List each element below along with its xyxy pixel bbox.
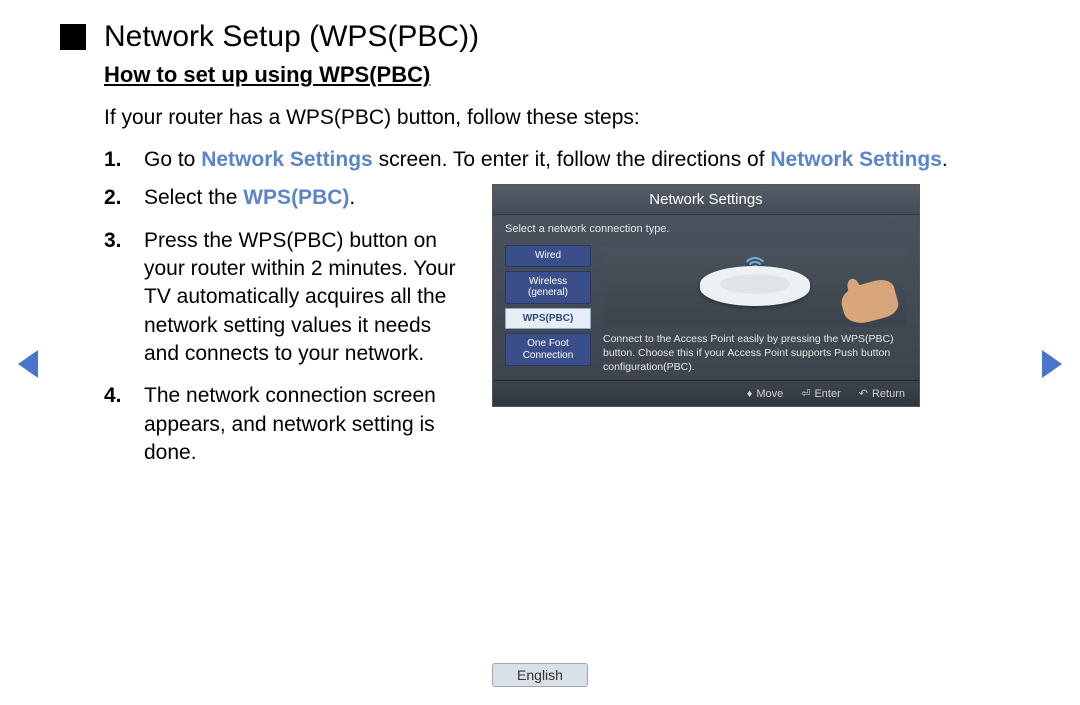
hand-icon [838, 277, 901, 328]
page-title: Network Setup (WPS(PBC)) [104, 20, 479, 54]
step-text: Select the WPS(PBC). [144, 184, 464, 212]
tv-option-list: Wired Wireless (general) WPS(PBC) One Fo… [505, 245, 591, 374]
title-bullet-icon [60, 24, 86, 50]
page-subtitle: How to set up using WPS(PBC) [104, 62, 990, 88]
tv-footer-return: ↶ Return [859, 387, 905, 400]
tv-option-wps-pbc[interactable]: WPS(PBC) [505, 308, 591, 330]
step-text: Press the WPS(PBC) button on your router… [144, 227, 464, 369]
updown-icon: ♦ [747, 388, 753, 400]
step-4: 4. The network connection screen appears… [104, 382, 464, 467]
step-text: Go to Network Settings screen. To enter … [144, 146, 990, 174]
enter-icon: ⏎ [801, 387, 810, 400]
intro-text: If your router has a WPS(PBC) button, fo… [104, 106, 990, 130]
step-number: 1. [104, 146, 144, 174]
tv-screenshot-panel: Network Settings Select a network connec… [492, 184, 920, 407]
router-illustration [603, 245, 907, 327]
step-number: 4. [104, 382, 144, 467]
tv-prompt: Select a network connection type. [505, 223, 907, 235]
step-number: 2. [104, 184, 144, 212]
tv-footer: ♦ Move ⏎ Enter ↶ Return [493, 380, 919, 406]
step-2: 2. Select the WPS(PBC). [104, 184, 464, 212]
next-page-button[interactable] [1042, 350, 1062, 378]
language-badge[interactable]: English [492, 663, 588, 687]
highlight-network-settings: Network Settings [201, 148, 373, 171]
return-icon: ↶ [859, 387, 868, 400]
step-number: 3. [104, 227, 144, 369]
page-title-row: Network Setup (WPS(PBC)) [60, 20, 990, 54]
step-text: The network connection screen appears, a… [144, 382, 464, 467]
highlight-network-settings-2: Network Settings [770, 148, 942, 171]
tv-option-wired[interactable]: Wired [505, 245, 591, 267]
tv-option-wireless[interactable]: Wireless (general) [505, 271, 591, 304]
tv-option-one-foot[interactable]: One Foot Connection [505, 333, 591, 366]
prev-page-button[interactable] [18, 350, 38, 378]
tv-footer-enter: ⏎ Enter [801, 387, 841, 400]
tv-title: Network Settings [493, 185, 919, 215]
step-1: 1. Go to Network Settings screen. To ent… [104, 146, 990, 174]
step-3: 3. Press the WPS(PBC) button on your rou… [104, 227, 464, 369]
tv-description: Connect to the Access Point easily by pr… [603, 333, 907, 374]
tv-footer-move: ♦ Move [747, 387, 784, 400]
highlight-wps-pbc: WPS(PBC) [243, 186, 349, 209]
